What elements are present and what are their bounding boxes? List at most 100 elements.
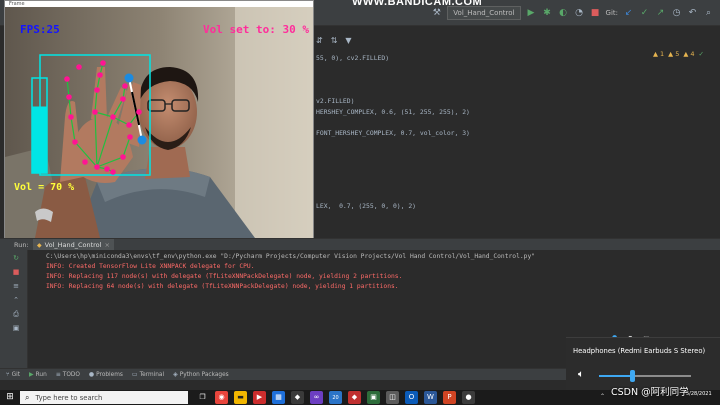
profile-icon[interactable]: ◔ — [574, 8, 585, 19]
app-icon[interactable]: ◆ — [291, 391, 304, 404]
screen: WWW.BANDICAM.COM ⚒ Vol_Hand_Control ▶ ✱ … — [0, 0, 720, 405]
rollback-icon[interactable]: ↶ — [687, 8, 698, 19]
media-icon[interactable]: ▶ — [253, 391, 266, 404]
search-icon: ⌕ — [25, 393, 30, 402]
code-line: HERSHEY_COMPLEX, 0.6, (51, 255, 255), 2) — [316, 108, 470, 116]
inspection-widget[interactable]: ▲ 1 ▲ 5 ▲ 4 ✓ — [653, 50, 704, 58]
run-tab-label: Vol_Hand_Control — [44, 241, 102, 249]
git-label: Git: — [605, 9, 618, 17]
git-update-icon[interactable]: ↙ — [623, 8, 634, 19]
stop-icon[interactable]: ■ — [590, 8, 601, 19]
weak-warning-count: ▲ 5 — [668, 50, 680, 58]
list-icon: ≡ — [55, 371, 61, 378]
search-icon[interactable]: ⌕ — [703, 8, 714, 19]
terminal-icon: ▭ — [131, 371, 138, 378]
code-line: v2.FILLED) — [316, 97, 355, 105]
close-icon[interactable]: × — [104, 241, 109, 249]
editor-mini-toolbar: ⇵ ⇅ ▼ — [316, 36, 352, 45]
volume-flyout: Headphones (Redmi Earbuds S Stereo) 🔈︎ — [566, 337, 720, 390]
run-label: Run: — [14, 241, 29, 249]
run-configuration-select[interactable]: Vol_Hand_Control — [447, 6, 521, 20]
volume-slider-fill — [599, 375, 633, 377]
warning-count: ▲ 1 — [652, 50, 665, 58]
run-gutter: ↻ ■ ≡ ⌃ ⎙ ▣ — [0, 250, 28, 368]
run-icon[interactable]: ▶ — [526, 8, 537, 19]
volume-slider-thumb[interactable] — [630, 370, 636, 382]
git-commit-icon[interactable]: ✓ — [639, 8, 650, 19]
windows-start-icon[interactable]: ⊞ — [3, 391, 17, 404]
outlook-icon[interactable]: O — [405, 391, 418, 404]
run-tool-window-header: Run: ◆ Vol_Hand_Control × — [0, 238, 720, 251]
run-tool-button[interactable]: ▶ Run — [29, 371, 47, 378]
filter-icon[interactable]: ▼ — [345, 36, 351, 45]
problems-icon: ● — [88, 371, 95, 378]
webcam-window[interactable]: Frame FPS:25 Vol set to: 30 % Vol = 70 % — [4, 0, 314, 238]
console-command-line: C:\Users\hp\miniconda3\envs\tf_env\pytho… — [46, 253, 536, 260]
volume-percent-text: Vol = 70 % — [14, 182, 75, 193]
check-icon: ✓ — [698, 50, 704, 58]
trash-icon[interactable]: ▣ — [11, 324, 21, 333]
thumb-tip-marker — [137, 135, 147, 145]
code-line: LEX, 0.7, (255, 0, 0), 2) — [316, 202, 417, 210]
clock-date: 5/28/2021 — [686, 391, 712, 397]
webcam-frame: FPS:25 Vol set to: 30 % Vol = 70 % — [5, 7, 313, 238]
volume-set-text: Vol set to: 30 % — [203, 23, 309, 36]
ide-toolbar-right: ⚒ Vol_Hand_Control ▶ ✱ ◐ ◔ ■ Git: ↙ ✓ ↗ … — [431, 6, 714, 20]
taskbar-apps: ❐ ◉ ▬ ▶ ▦ ◆ ∞ 20 ◆ ▣ ◫ O W P ● — [196, 391, 475, 404]
audio-device-name[interactable]: Headphones (Redmi Earbuds S Stereo) — [573, 347, 705, 355]
restore-layout-icon[interactable]: ≡ — [11, 282, 21, 291]
history-icon[interactable]: ◷ — [671, 8, 682, 19]
git-icon: ⑂ — [6, 371, 10, 378]
pycharm-icon[interactable]: ▣ — [367, 391, 380, 404]
powerpoint-icon[interactable]: P — [443, 391, 456, 404]
expand-icon[interactable]: ⇵ — [316, 36, 323, 45]
taskbar-search-box[interactable]: ⌕ Type here to search — [20, 391, 188, 404]
stop-icon[interactable]: ■ — [11, 268, 21, 277]
gallery-icon[interactable]: ◫ — [386, 391, 399, 404]
collapse-icon[interactable]: ⇅ — [331, 36, 338, 45]
mail-badge: 20 — [332, 395, 339, 401]
todo-tool-button[interactable]: ≡ TODO — [56, 371, 80, 378]
console-info-line: INFO: Created TensorFlow Lite XNNPACK de… — [46, 263, 255, 270]
rerun-icon[interactable]: ↻ — [11, 254, 21, 263]
csdn-watermark: CSDN @阿利同学 — [611, 387, 689, 398]
pin-icon[interactable]: ⌃ — [11, 296, 21, 305]
python-icon: ◆ — [37, 241, 42, 249]
git-tool-button[interactable]: ⑂ Git — [6, 371, 20, 378]
debug-icon[interactable]: ✱ — [542, 8, 553, 19]
problems-tool-button[interactable]: ● Problems — [89, 371, 123, 378]
mail-icon[interactable]: 20 — [329, 391, 342, 404]
vs-icon[interactable]: ∞ — [310, 391, 323, 404]
chevron-up-icon[interactable]: ⌃ — [600, 393, 605, 400]
packages-icon: ◈ — [173, 371, 178, 378]
python-packages-tool-button[interactable]: ◈ Python Packages — [173, 371, 229, 378]
coverage-icon[interactable]: ◐ — [558, 8, 569, 19]
run-icon: ▶ — [29, 371, 34, 378]
task-view-icon[interactable]: ❐ — [196, 391, 209, 404]
git-push-icon[interactable]: ↗ — [655, 8, 666, 19]
volume-slider[interactable] — [599, 370, 691, 382]
console-info-line: INFO: Replacing 117 node(s) with delegat… — [46, 273, 403, 280]
speaker-icon[interactable]: 🔈︎ — [578, 369, 584, 380]
taskbar-clock[interactable]: 5/28/2021 — [686, 391, 712, 397]
code-line: FONT_HERSHEY_COMPLEX, 0.7, vol_color, 3) — [316, 129, 470, 137]
gem-icon[interactable]: ◆ — [348, 391, 361, 404]
volume-bar-fill — [32, 106, 47, 173]
typo-count: ▲ 4 — [683, 50, 695, 58]
word-icon[interactable]: W — [424, 391, 437, 404]
recorder-icon[interactable]: ● — [462, 391, 475, 404]
store-icon[interactable]: ▦ — [272, 391, 285, 404]
file-explorer-icon[interactable]: ▬ — [234, 391, 247, 404]
code-line: 55, 0), cv2.FILLED) — [316, 54, 390, 62]
system-tray: ⌃ — [600, 393, 605, 400]
index-tip-marker — [124, 73, 134, 83]
search-placeholder: Type here to search — [35, 393, 103, 402]
ide-bottom-toolbar: ⑂ Git ▶ Run ≡ TODO ● Problems ▭ Terminal ◈ Pyt… — [0, 368, 566, 380]
hammer-icon[interactable]: ⚒ — [431, 8, 442, 19]
terminal-tool-button[interactable]: ▭ Terminal — [132, 371, 164, 378]
print-icon[interactable]: ⎙ — [11, 310, 21, 319]
chrome-icon[interactable]: ◉ — [215, 391, 228, 404]
console-info-line: INFO: Replacing 64 node(s) with delegate… — [46, 283, 399, 290]
fps-counter: FPS:25 — [20, 23, 60, 36]
webcam-image — [5, 7, 313, 238]
